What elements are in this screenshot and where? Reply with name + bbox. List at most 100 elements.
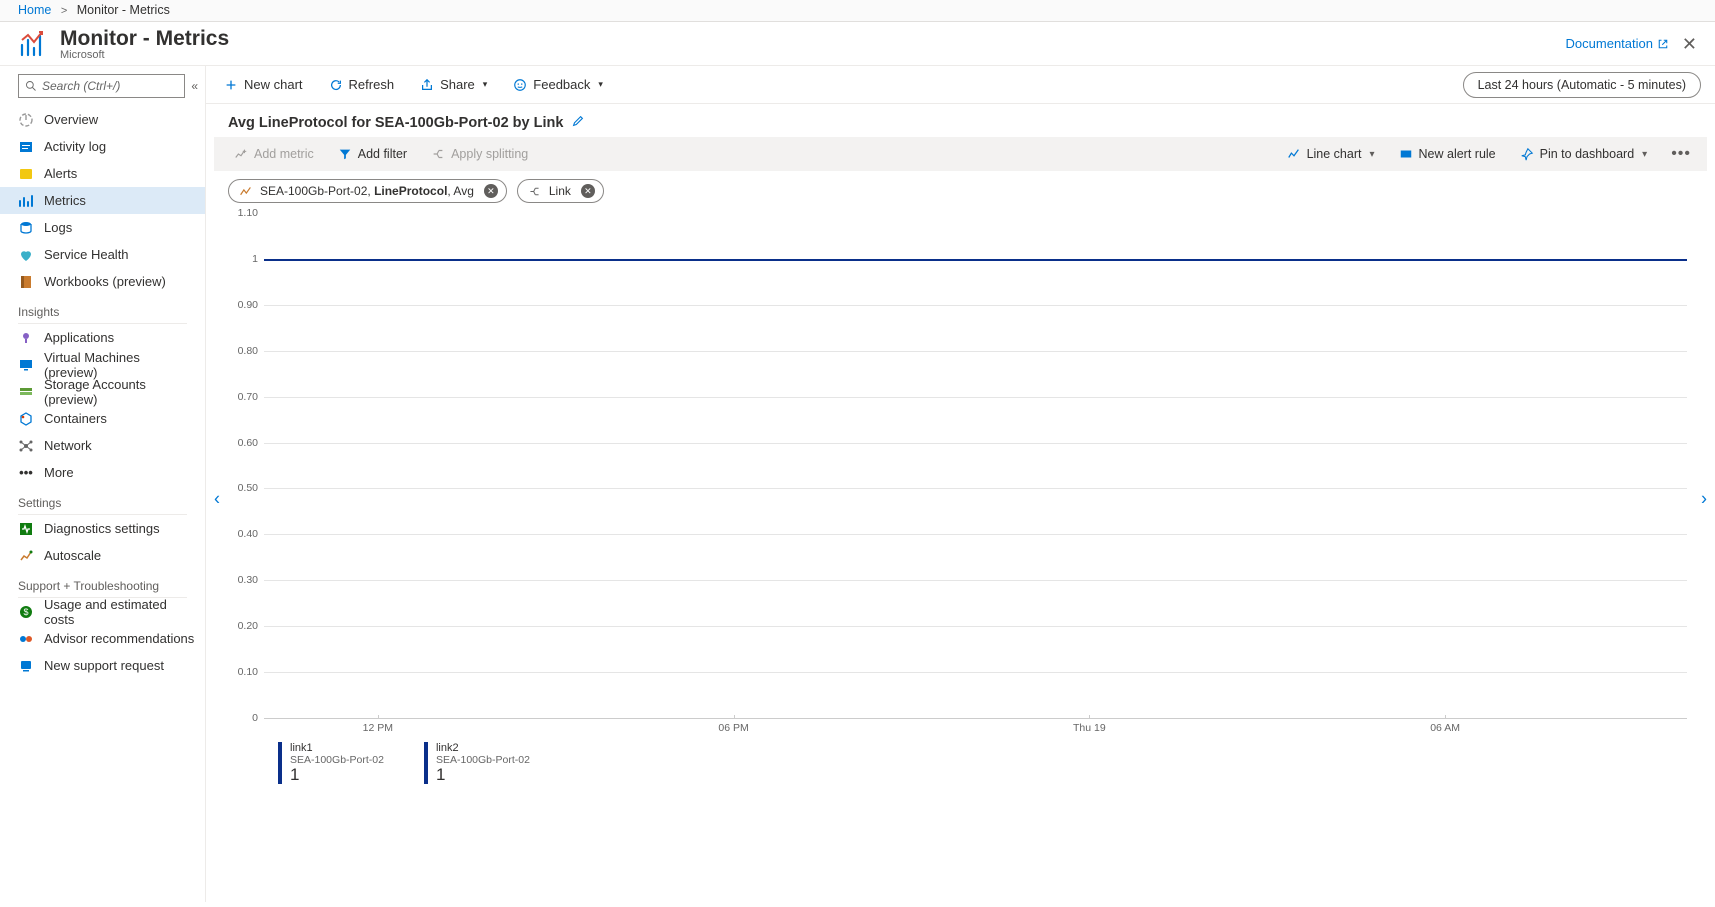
containers-icon xyxy=(18,411,34,427)
nav-more[interactable]: •••More xyxy=(0,459,205,486)
breadcrumb-home[interactable]: Home xyxy=(18,3,51,17)
y-tick-label: 0.40 xyxy=(238,528,258,540)
nav-virtual-machines[interactable]: Virtual Machines (preview) xyxy=(0,351,205,378)
y-tick-label: 1.10 xyxy=(238,207,258,219)
search-input[interactable]: Search (Ctrl+/) xyxy=(18,74,185,98)
chart-toolbar: Add metric Add filter Apply splitting Li… xyxy=(214,137,1707,171)
metric-pill[interactable]: SEA-100Gb-Port-02, LineProtocol, Avg ✕ xyxy=(228,179,507,203)
chart-x-axis: 12 PM06 PMThu 1906 AM xyxy=(264,718,1687,736)
y-tick-label: 0.90 xyxy=(238,299,258,311)
refresh-button[interactable]: Refresh xyxy=(325,73,399,96)
support-icon xyxy=(18,658,34,674)
y-tick-label: 0.60 xyxy=(238,437,258,449)
nav-containers[interactable]: Containers xyxy=(0,405,205,432)
nav-network[interactable]: Network xyxy=(0,432,205,459)
alerts-icon xyxy=(18,166,34,182)
chart-title: Avg LineProtocol for SEA-100Gb-Port-02 b… xyxy=(228,115,563,131)
split-pill[interactable]: Link ✕ xyxy=(517,179,604,203)
add-metric-button[interactable]: Add metric xyxy=(230,143,318,165)
y-tick-label: 1 xyxy=(252,253,258,265)
line-chart-icon xyxy=(1287,147,1301,161)
share-button[interactable]: Share▾ xyxy=(416,73,491,96)
nav-alerts[interactable]: Alerts xyxy=(0,160,205,187)
autoscale-icon xyxy=(18,548,34,564)
chevron-down-icon: ▾ xyxy=(598,79,603,90)
svg-text:$: $ xyxy=(23,607,28,617)
x-tick-label: Thu 19 xyxy=(1073,722,1106,734)
remove-metric-button[interactable]: ✕ xyxy=(484,184,498,198)
page-title: Monitor - Metrics xyxy=(60,28,229,50)
breadcrumb: Home > Monitor - Metrics xyxy=(0,0,1715,22)
x-tick-label: 06 AM xyxy=(1430,722,1460,734)
more-icon: ••• xyxy=(18,465,34,481)
metrics-icon xyxy=(18,193,34,209)
top-toolbar: New chart Refresh Share▾ Feedback▾ Last … xyxy=(206,66,1715,104)
add-filter-button[interactable]: Add filter xyxy=(334,143,411,165)
pin-dashboard-button[interactable]: Pin to dashboard▾ xyxy=(1516,143,1652,165)
data-line xyxy=(264,259,1687,261)
chart-plot[interactable]: 1.1010.900.800.700.600.500.400.300.200.1… xyxy=(264,213,1687,718)
service-health-icon xyxy=(18,247,34,263)
documentation-link[interactable]: Documentation xyxy=(1566,36,1669,51)
chevron-down-icon: ▾ xyxy=(483,79,488,90)
resource-icon xyxy=(239,185,252,198)
legend-item[interactable]: link1SEA-100Gb-Port-021 xyxy=(278,742,384,784)
y-tick-label: 0 xyxy=(252,712,258,724)
nav-support-request[interactable]: New support request xyxy=(0,652,205,679)
overview-icon xyxy=(18,112,34,128)
group-support-label: Support + Troubleshooting xyxy=(0,569,205,595)
nav-activity-log[interactable]: Activity log xyxy=(0,133,205,160)
nav-metrics[interactable]: Metrics xyxy=(0,187,205,214)
chart-area: ‹ › 1.1010.900.800.700.600.500.400.300.2… xyxy=(230,213,1691,784)
alert-rule-icon xyxy=(1399,147,1413,161)
workbooks-icon xyxy=(18,274,34,290)
nav-overview[interactable]: Overview xyxy=(0,106,205,133)
y-tick-label: 0.30 xyxy=(238,574,258,586)
close-button[interactable]: ✕ xyxy=(1678,34,1701,55)
monitor-metrics-icon xyxy=(18,28,50,60)
pin-icon xyxy=(1520,147,1534,161)
nav-workbooks[interactable]: Workbooks (preview) xyxy=(0,268,205,295)
nav-storage-accounts[interactable]: Storage Accounts (preview) xyxy=(0,378,205,405)
edit-title-button[interactable] xyxy=(571,114,585,131)
search-icon xyxy=(25,80,37,92)
external-link-icon xyxy=(1657,38,1669,50)
new-alert-rule-button[interactable]: New alert rule xyxy=(1395,143,1500,165)
nav-applications[interactable]: Applications xyxy=(0,324,205,351)
share-icon xyxy=(420,78,434,92)
main-content: New chart Refresh Share▾ Feedback▾ Last … xyxy=(206,66,1715,902)
refresh-icon xyxy=(329,78,343,92)
apply-splitting-button[interactable]: Apply splitting xyxy=(427,143,532,165)
advisor-icon xyxy=(18,631,34,647)
chart-type-dropdown[interactable]: Line chart▾ xyxy=(1283,143,1379,165)
nav-service-health[interactable]: Service Health xyxy=(0,241,205,268)
add-metric-icon xyxy=(234,147,248,161)
feedback-icon xyxy=(513,78,527,92)
pencil-icon xyxy=(571,114,585,128)
nav-autoscale[interactable]: Autoscale xyxy=(0,542,205,569)
x-tick-label: 12 PM xyxy=(363,722,393,734)
chart-prev-button[interactable]: ‹ xyxy=(208,482,226,515)
collapse-sidebar-button[interactable]: « xyxy=(191,79,195,93)
nav-usage-costs[interactable]: $Usage and estimated costs xyxy=(0,598,205,625)
legend-item[interactable]: link2SEA-100Gb-Port-021 xyxy=(424,742,530,784)
new-chart-button[interactable]: New chart xyxy=(220,73,307,96)
feedback-button[interactable]: Feedback▾ xyxy=(509,73,607,96)
chart-next-button[interactable]: › xyxy=(1695,482,1713,515)
remove-split-button[interactable]: ✕ xyxy=(581,184,595,198)
filter-icon xyxy=(338,147,352,161)
time-range-picker[interactable]: Last 24 hours (Automatic - 5 minutes) xyxy=(1463,72,1701,98)
group-settings-label: Settings xyxy=(0,486,205,512)
network-icon xyxy=(18,438,34,454)
group-insights-label: Insights xyxy=(0,295,205,321)
activity-log-icon xyxy=(18,139,34,155)
nav-advisor[interactable]: Advisor recommendations xyxy=(0,625,205,652)
nav-diagnostics[interactable]: Diagnostics settings xyxy=(0,515,205,542)
storage-icon xyxy=(18,384,34,400)
logs-icon xyxy=(18,220,34,236)
more-options-button[interactable]: ••• xyxy=(1667,145,1695,163)
y-tick-label: 0.50 xyxy=(238,482,258,494)
plus-icon xyxy=(224,78,238,92)
sidebar: Search (Ctrl+/) « Overview Activity log … xyxy=(0,66,206,902)
nav-logs[interactable]: Logs xyxy=(0,214,205,241)
